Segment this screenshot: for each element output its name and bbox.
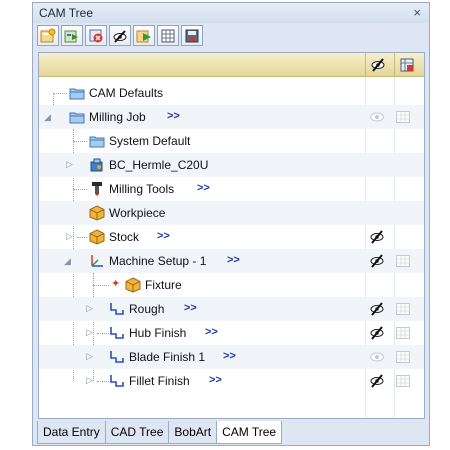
box-icon (125, 277, 141, 293)
tree-node-milling-job[interactable]: ◢ Milling Job >> (39, 105, 424, 129)
hide-button[interactable] (109, 25, 131, 46)
operation-icon (110, 351, 124, 363)
tab-data-entry[interactable]: Data Entry (37, 421, 106, 444)
tree-node-milling-tools[interactable]: Milling Tools >> (39, 177, 424, 201)
tree-node-label: Blade Finish 1 (129, 350, 206, 364)
tree-node-fixture[interactable]: ✦ Fixture (39, 273, 424, 297)
grid-button[interactable] (157, 25, 179, 46)
more-link[interactable]: >> (167, 110, 180, 122)
grid-icon[interactable] (395, 253, 411, 269)
tool-icon (92, 182, 102, 196)
expand-arrow-icon[interactable]: ▷ (86, 327, 93, 338)
more-link[interactable]: >> (205, 326, 218, 338)
cam-tree-view[interactable]: CAM Defaults ◢ Milling Job >> System Def… (38, 52, 425, 419)
tree-node-label: Rough (129, 302, 165, 316)
panel-titlebar: CAM Tree × (33, 3, 429, 23)
tree-node-label: Fixture (145, 278, 182, 292)
box-icon (89, 229, 105, 245)
tree-node-cam-defaults[interactable]: CAM Defaults (39, 81, 424, 105)
grid-icon (161, 29, 175, 43)
tree-node-label: Milling Job (89, 110, 146, 124)
operation-icon (110, 303, 124, 315)
operation-icon (110, 375, 124, 387)
tree-node-label: Hub Finish (129, 326, 187, 340)
marker-icon: ✦ (111, 278, 121, 290)
panel-tabs: Data Entry CAD Tree BobArt CAM Tree (37, 421, 283, 445)
more-link[interactable]: >> (209, 374, 222, 386)
tree-column-header (39, 53, 424, 77)
close-icon[interactable]: × (413, 5, 421, 20)
new-job-icon (40, 28, 56, 43)
save-icon (185, 29, 199, 43)
tree-node-machine[interactable]: ▷ BC_Hermle_C20U (39, 153, 424, 177)
expand-arrow-icon[interactable]: ▷ (86, 351, 93, 362)
tree-node-rough[interactable]: ▷ Rough >> (39, 297, 424, 321)
visibility-pen-icon (371, 58, 385, 72)
pen-icon[interactable] (369, 301, 385, 317)
collapse-arrow-icon[interactable]: ◢ (44, 112, 51, 123)
grid-icon[interactable] (395, 325, 411, 341)
new-job-button[interactable] (37, 25, 59, 46)
pen-icon[interactable] (369, 325, 385, 341)
tree-node-label: CAM Defaults (89, 86, 164, 100)
expand-arrow-icon[interactable]: ▷ (86, 303, 93, 314)
more-link[interactable]: >> (184, 302, 197, 314)
machine-icon (90, 158, 103, 172)
grid-icon[interactable] (395, 349, 411, 365)
folder-icon (69, 88, 85, 100)
tree-node-label: System Default (109, 134, 191, 148)
import-button[interactable] (61, 25, 83, 46)
generate-icon (136, 30, 151, 43)
grid-icon[interactable] (395, 109, 411, 125)
expand-arrow-icon[interactable]: ▷ (86, 375, 93, 386)
tree-node-workpiece[interactable]: Workpiece (39, 201, 424, 225)
grid-icon[interactable] (395, 373, 411, 389)
tree-node-label: Milling Tools (109, 182, 175, 196)
column-visibility-header[interactable] (365, 53, 394, 77)
tree-node-hub-finish[interactable]: ▷ Hub Finish >> (39, 321, 424, 345)
toolbar (37, 25, 205, 47)
tree-node-system-default[interactable]: System Default (39, 129, 424, 153)
tree-node-fillet-finish[interactable]: ▷ Fillet Finish >> (39, 369, 424, 393)
hide-icon (113, 30, 127, 43)
tree-node-stock[interactable]: ▷ Stock >> (39, 225, 424, 249)
tab-bobart[interactable]: BobArt (168, 421, 218, 444)
cam-tree-panel: CAM Tree × CAM Defaults ◢ Milling Job >>… (32, 2, 430, 446)
grid-icon[interactable] (395, 301, 411, 317)
box-icon (89, 205, 105, 221)
more-link[interactable]: >> (197, 182, 210, 194)
calculator-icon (400, 58, 414, 72)
folder-icon (69, 112, 85, 124)
tree-node-label: BC_Hermle_C20U (109, 158, 209, 172)
expand-arrow-icon[interactable]: ▷ (66, 159, 73, 170)
more-link[interactable]: >> (157, 230, 170, 242)
delete-icon (89, 29, 103, 43)
tree-node-machine-setup[interactable]: ◢ Machine Setup - 1 >> (39, 249, 424, 273)
tab-cam-tree[interactable]: CAM Tree (216, 421, 283, 444)
panel-title: CAM Tree (39, 6, 94, 20)
pen-icon[interactable] (369, 373, 385, 389)
eye-icon[interactable] (369, 109, 385, 125)
collapse-arrow-icon[interactable]: ◢ (64, 256, 71, 267)
tree-node-label: Fillet Finish (129, 374, 190, 388)
operation-icon (110, 327, 124, 339)
expand-arrow-icon[interactable]: ▷ (66, 231, 73, 242)
tab-cad-tree[interactable]: CAD Tree (104, 421, 170, 444)
tree-node-label: Stock (109, 230, 140, 244)
eye-icon[interactable] (369, 349, 385, 365)
axes-icon (91, 255, 103, 267)
more-link[interactable]: >> (227, 254, 240, 266)
save-button[interactable] (181, 25, 203, 46)
tree-node-label: Machine Setup - 1 (109, 254, 207, 268)
tree-node-label: Workpiece (109, 206, 166, 220)
pen-icon[interactable] (369, 253, 385, 269)
folder-icon (89, 136, 105, 148)
delete-button[interactable] (85, 25, 107, 46)
generate-button[interactable] (133, 25, 155, 46)
import-icon (64, 30, 78, 43)
tree-node-blade-finish[interactable]: ▷ Blade Finish 1 >> (39, 345, 424, 369)
column-calc-header[interactable] (394, 53, 424, 77)
pen-icon[interactable] (369, 229, 385, 245)
more-link[interactable]: >> (223, 350, 236, 362)
